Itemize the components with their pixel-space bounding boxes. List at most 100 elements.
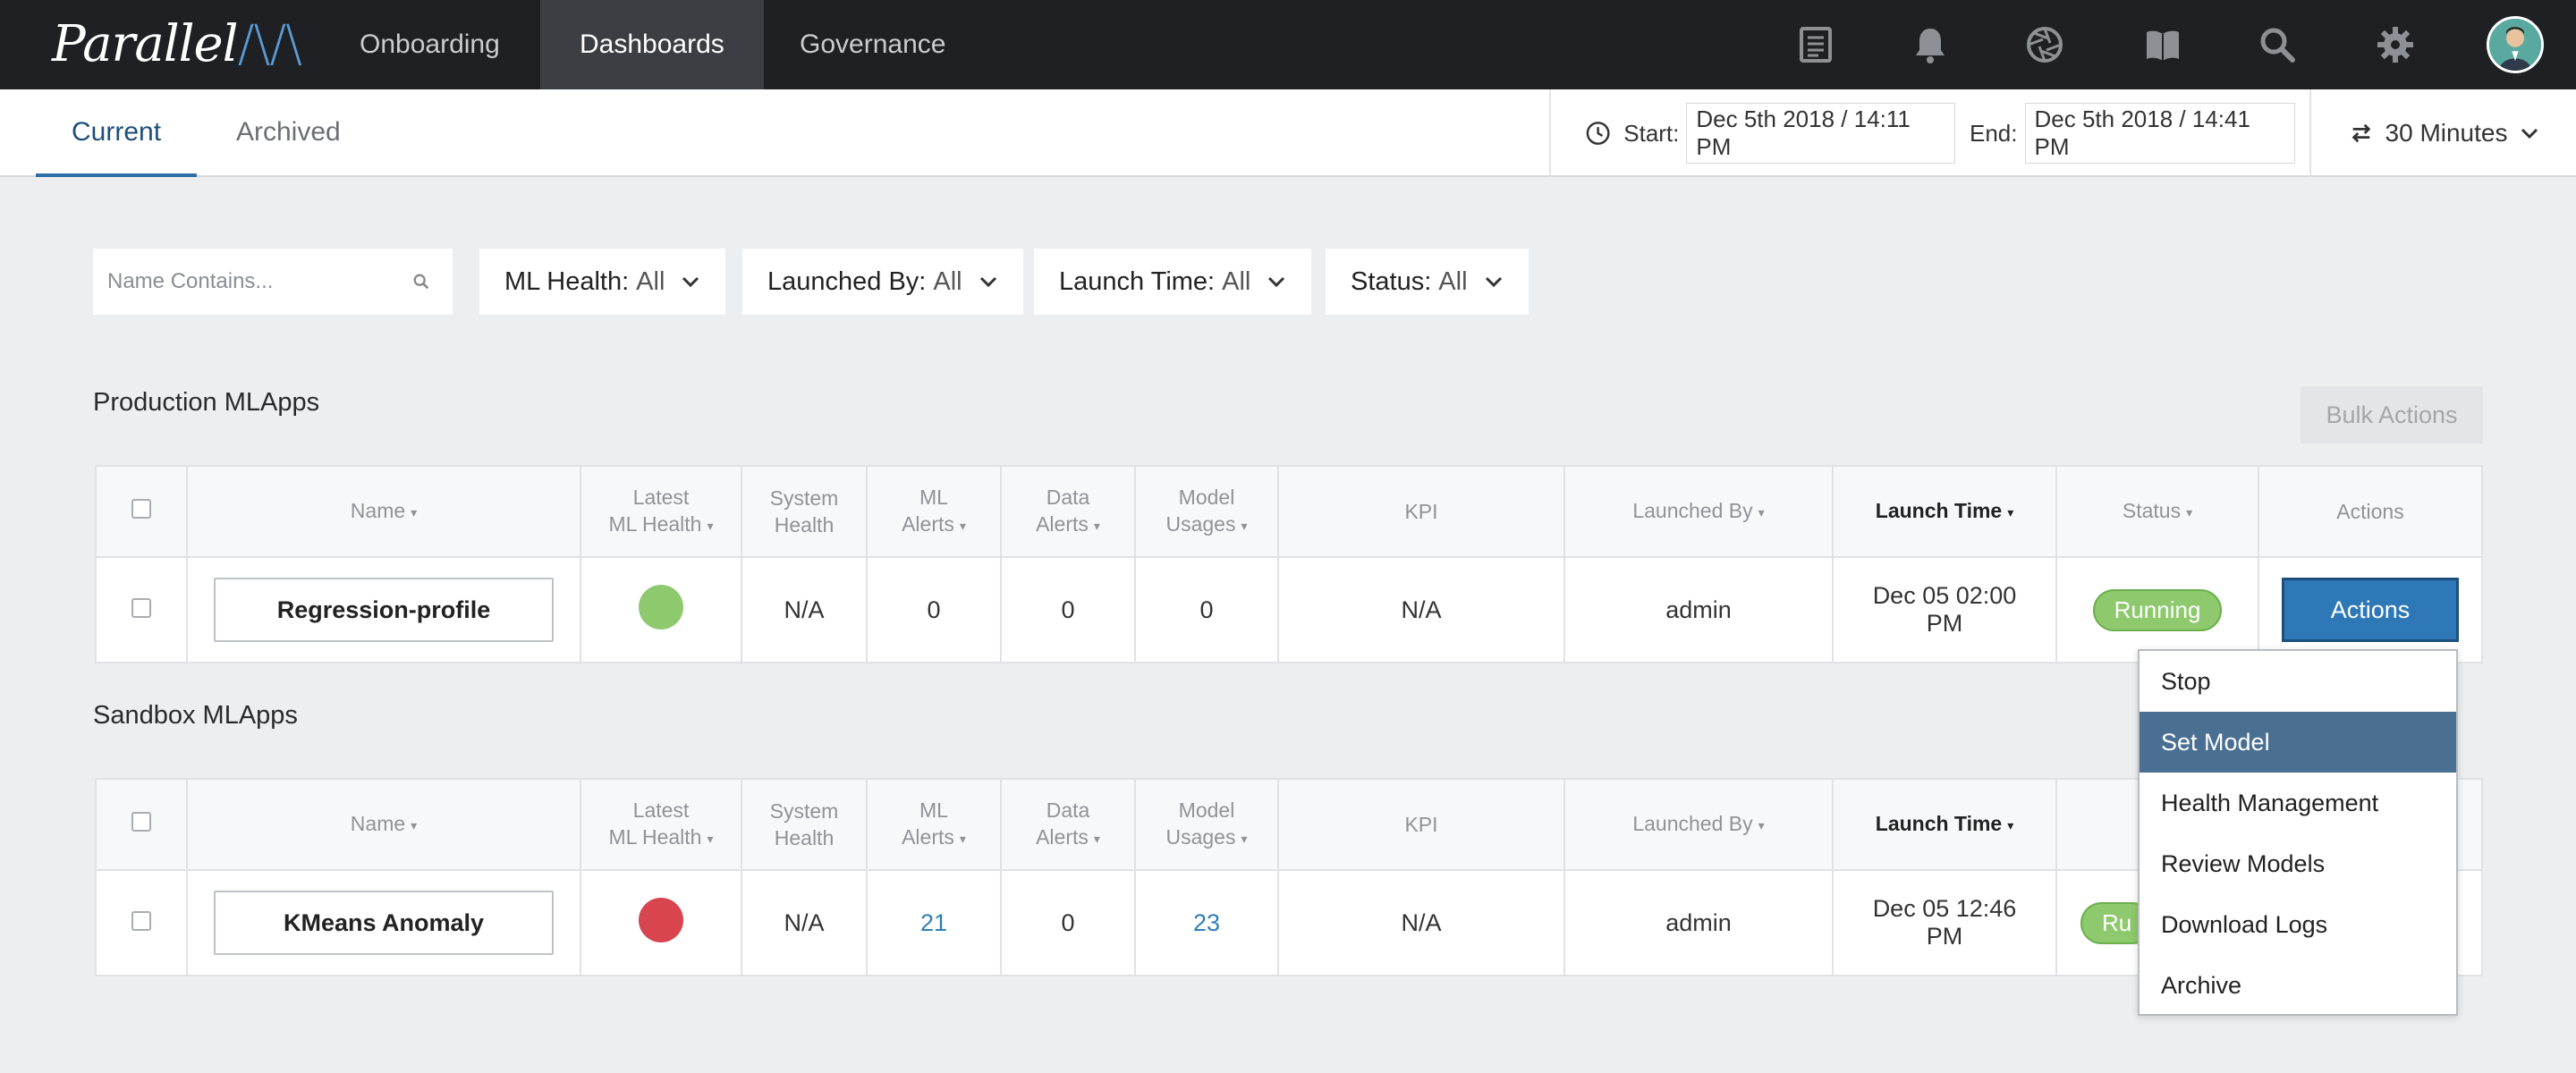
menu-item-health-management[interactable]: Health Management — [2140, 773, 2456, 833]
start-label: Start: — [1623, 119, 1680, 147]
col-status[interactable]: Status ▾ — [2055, 465, 2259, 558]
col-kpi: KPI — [1277, 465, 1565, 558]
table-header-row: Name ▾ Latest ML Health ▾ System Health ML Al… — [95, 465, 2483, 558]
row-checkbox[interactable] — [131, 910, 151, 931]
mlapp-name-button[interactable]: KMeans Anomaly — [214, 891, 554, 955]
col-name[interactable]: Name ▾ — [186, 465, 581, 558]
user-avatar[interactable] — [2487, 16, 2544, 73]
col-launch-time[interactable]: Launch Time ▾ — [1832, 778, 2057, 871]
logo-mark: /\/\ — [237, 15, 302, 73]
search-icon[interactable] — [2252, 20, 2302, 70]
menu-item-set-model[interactable]: Set Model — [2140, 712, 2456, 773]
col-data-alerts[interactable]: Data Alerts ▾ — [1000, 465, 1136, 558]
actions-menu: Stop Set Model Health Management Review … — [2138, 649, 2458, 1016]
search-icon[interactable] — [411, 272, 431, 291]
health-bad-indicator — [639, 897, 683, 942]
nav-governance[interactable]: Governance — [760, 0, 985, 89]
ml-alerts-value: 0 — [866, 556, 1002, 663]
col-launched-by[interactable]: Launched By ▾ — [1563, 465, 1834, 558]
ml-alerts-link[interactable]: 21 — [920, 909, 947, 936]
chevron-down-icon — [979, 276, 996, 288]
launch-time-value: Dec 05 12:46 PM — [1832, 869, 2057, 976]
health-good-indicator — [639, 584, 683, 629]
col-name[interactable]: Name ▾ — [186, 778, 581, 871]
interval-select[interactable]: 30 Minutes — [2313, 89, 2576, 177]
system-health-value: N/A — [741, 556, 868, 663]
col-launched-by[interactable]: Launched By ▾ — [1563, 778, 1834, 871]
chevron-down-icon — [2521, 128, 2538, 139]
menu-item-stop[interactable]: Stop — [2140, 651, 2456, 712]
logs-icon[interactable] — [1791, 20, 1841, 70]
select-all-cell — [95, 465, 188, 558]
data-alerts-value: 0 — [1000, 556, 1136, 663]
model-usages-link[interactable]: 23 — [1193, 909, 1220, 936]
bell-icon[interactable] — [1905, 20, 1955, 70]
launch-time-filter[interactable]: Launch Time: All — [1034, 249, 1312, 315]
launched-by-filter[interactable]: Launched By: All — [742, 249, 1023, 315]
chevron-down-icon — [1485, 276, 1502, 288]
aperture-icon[interactable] — [2020, 20, 2070, 70]
col-data-alerts[interactable]: Data Alerts ▾ — [1000, 778, 1136, 871]
bulk-actions-button[interactable]: Bulk Actions — [2301, 386, 2483, 444]
col-system-health: System Health — [741, 778, 868, 871]
col-ml-health[interactable]: Latest ML Health ▾ — [580, 465, 742, 558]
col-ml-health[interactable]: Latest ML Health ▾ — [580, 778, 742, 871]
gear-icon[interactable] — [2370, 20, 2420, 70]
table-row: Regression-profile N/A 0 0 0 N/A admin D… — [95, 556, 2483, 663]
select-all-checkbox[interactable] — [131, 499, 151, 519]
status-filter[interactable]: Status: All — [1326, 249, 1529, 315]
table-header-row: Name ▾ Latest ML Health ▾ System Health ML Al… — [95, 778, 2483, 871]
launched-by-value: admin — [1563, 556, 1834, 663]
ml-health-filter[interactable]: ML Health: All — [479, 249, 726, 315]
parallel-logo[interactable]: Parallel/\/\ — [52, 15, 302, 73]
filter-label: Status: — [1351, 266, 1432, 296]
tab-archived[interactable]: Archived — [200, 89, 377, 177]
col-kpi: KPI — [1277, 778, 1565, 871]
filter-label: Launch Time: — [1059, 266, 1216, 296]
mlapp-name-button[interactable]: Regression-profile — [214, 578, 554, 642]
filter-value: All — [1222, 266, 1251, 296]
launched-by-value: admin — [1563, 869, 1834, 976]
end-label: End: — [1970, 119, 2018, 147]
kpi-value: N/A — [1277, 556, 1565, 663]
sub-header: Current Archived Start: Dec 5th 2018 / 1… — [0, 89, 2576, 177]
select-all-checkbox[interactable] — [131, 812, 151, 832]
production-title: Production MLApps — [93, 388, 320, 417]
end-time-field[interactable]: Dec 5th 2018 / 14:41 PM — [2024, 103, 2295, 164]
filter-label: Launched By: — [767, 266, 927, 296]
clock-icon — [1586, 122, 1610, 145]
top-nav: Parallel/\/\ Onboarding Dashboards Gover… — [0, 0, 2576, 89]
sandbox-table: Name ▾ Latest ML Health ▾ System Health ML Al… — [95, 778, 2483, 976]
swap-icon — [2351, 123, 2370, 143]
nav-dashboards[interactable]: Dashboards — [540, 0, 764, 89]
system-health-value: N/A — [741, 869, 868, 976]
book-icon[interactable] — [2138, 20, 2188, 70]
menu-item-review-models[interactable]: Review Models — [2140, 833, 2456, 894]
actions-button[interactable]: Actions — [2282, 578, 2459, 642]
nav-onboarding[interactable]: Onboarding — [320, 0, 539, 89]
table-row: KMeans Anomaly N/A 21 0 23 N/A admin Dec… — [95, 869, 2483, 976]
sandbox-title: Sandbox MLApps — [93, 701, 298, 730]
col-ml-alerts[interactable]: ML Alerts ▾ — [866, 778, 1002, 871]
tab-current[interactable]: Current — [36, 89, 198, 177]
filter-value: All — [636, 266, 665, 296]
col-system-health: System Health — [741, 465, 868, 558]
menu-item-download-logs[interactable]: Download Logs — [2140, 894, 2456, 955]
status-badge: Running — [2092, 588, 2223, 631]
row-checkbox[interactable] — [131, 597, 151, 618]
col-launch-time[interactable]: Launch Time ▾ — [1832, 465, 2057, 558]
model-usages-value: 0 — [1134, 556, 1279, 663]
data-alerts-value: 0 — [1000, 869, 1136, 976]
col-model-usages[interactable]: Model Usages ▾ — [1134, 465, 1279, 558]
col-model-usages[interactable]: Model Usages ▾ — [1134, 778, 1279, 871]
launch-time-value: Dec 05 02:00 PM — [1832, 556, 2057, 663]
select-all-cell — [95, 778, 188, 871]
chevron-down-icon — [1268, 276, 1285, 288]
name-search-input[interactable] — [107, 269, 411, 294]
menu-item-archive[interactable]: Archive — [2140, 955, 2456, 1016]
start-time-field[interactable]: Dec 5th 2018 / 14:11 PM — [1686, 103, 1955, 164]
col-ml-alerts[interactable]: ML Alerts ▾ — [866, 465, 1002, 558]
interval-value: 30 Minutes — [2385, 119, 2508, 147]
filter-value: All — [933, 266, 962, 296]
logo-text: Parallel — [52, 15, 239, 73]
